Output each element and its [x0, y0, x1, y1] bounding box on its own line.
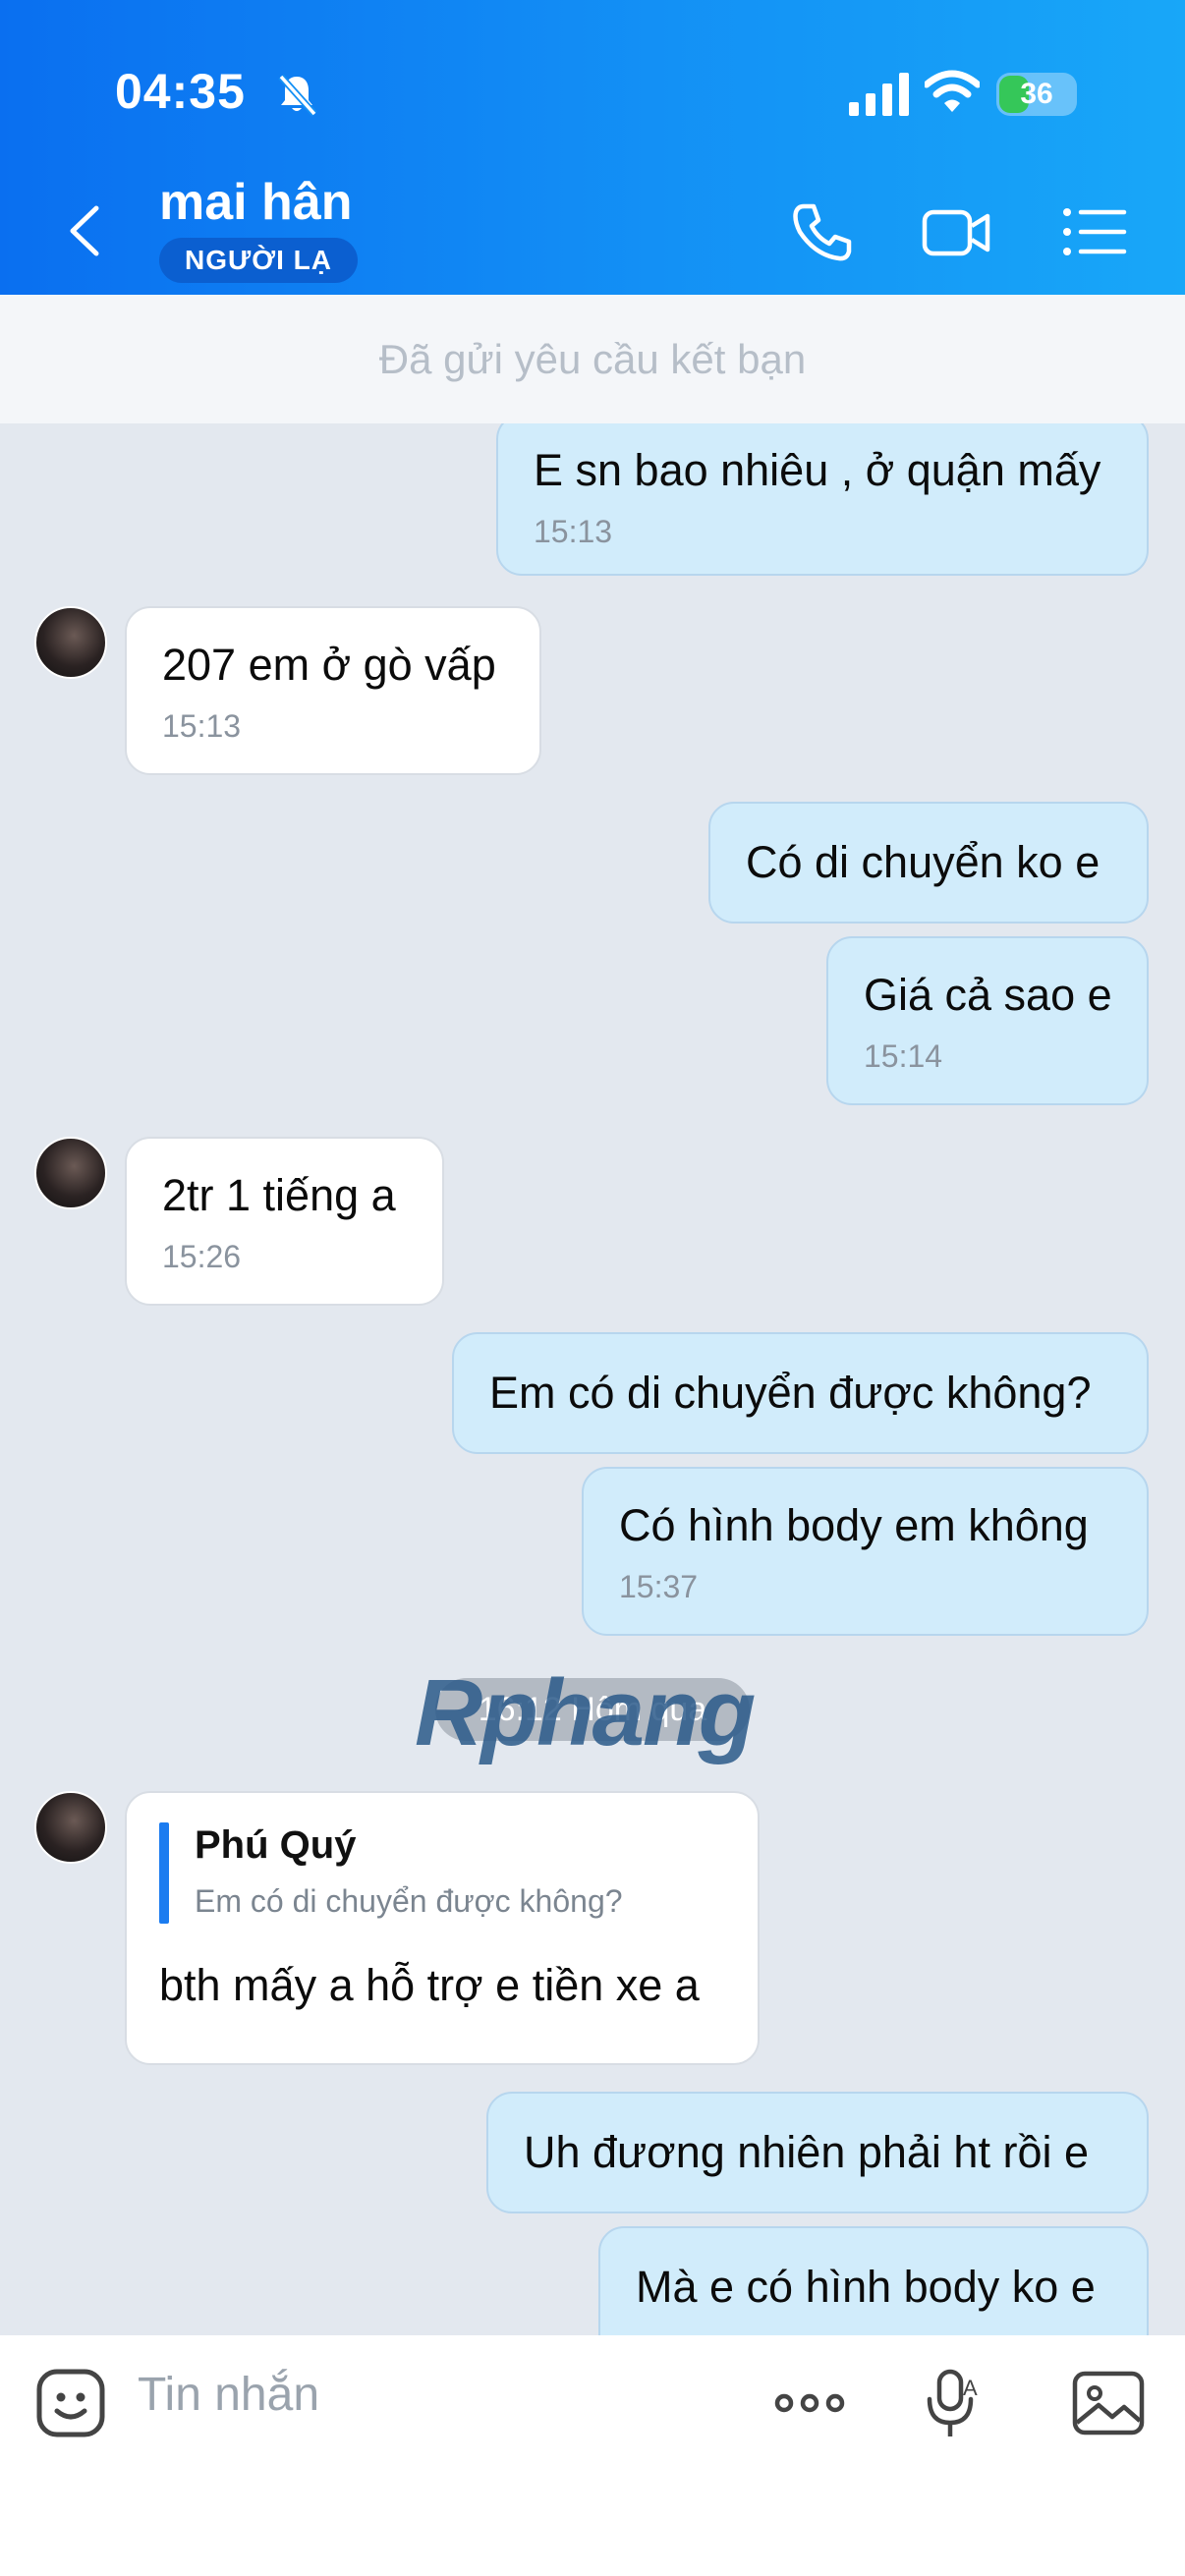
contact-avatar[interactable]	[34, 1791, 107, 1864]
message-bubble-outgoing[interactable]: Mà e có hình body ko e	[598, 2226, 1149, 2335]
message-text: 207 em ở gò vấp	[162, 640, 496, 690]
chat-messages[interactable]: E sn bao nhiêu , ở quận mấy 15:13 207 em…	[0, 423, 1185, 2335]
reply-quote-bar	[159, 1822, 169, 1924]
message-time: 15:13	[162, 708, 242, 744]
message-text: Có hình body em không	[619, 1500, 1089, 1550]
sticker-icon[interactable]	[33, 2366, 108, 2440]
chat-header: 04:35 36 mai hân NGƯỜI LẠ	[0, 0, 1185, 295]
message-text: bth mấy a hỗ trợ e tiền xe a	[159, 1960, 700, 2010]
mic-icon[interactable]: A	[918, 2366, 992, 2440]
watermark-logo: Rphang	[415, 1660, 756, 1765]
message-text: E sn bao nhiêu , ở quận mấy	[534, 445, 1101, 495]
message-bubble-incoming[interactable]: 207 em ở gò vấp 15:13	[125, 606, 541, 775]
contact-avatar[interactable]	[34, 606, 107, 679]
message-text: 2tr 1 tiếng a	[162, 1170, 396, 1220]
message-bubble-outgoing[interactable]: Uh đương nhiên phải ht rồi e	[486, 2092, 1149, 2213]
message-time: 15:13	[534, 514, 613, 549]
message-input[interactable]: Tin nhắn	[138, 2368, 319, 2422]
message-time: 15:26	[162, 1239, 242, 1274]
battery-level: 36	[1020, 78, 1053, 110]
reply-quote-text: Em có di chuyển được không?	[195, 1883, 623, 1919]
message-text: Giá cả sao e	[864, 970, 1112, 1020]
phone-icon[interactable]	[786, 196, 857, 267]
message-bubble-outgoing[interactable]: Có di chuyển ko e	[708, 802, 1149, 924]
battery-indicator: 36	[996, 73, 1077, 116]
message-text: Em có di chuyển được không?	[489, 1368, 1092, 1418]
wifi-icon	[925, 70, 980, 112]
message-text: Có di chuyển ko e	[746, 837, 1100, 887]
message-bubble-incoming[interactable]: 2tr 1 tiếng a 15:26	[125, 1137, 444, 1306]
message-time: 15:37	[619, 1569, 699, 1604]
menu-icon[interactable]	[1059, 196, 1130, 267]
message-bubble-outgoing[interactable]: Giá cả sao e 15:14	[826, 936, 1149, 1105]
video-icon[interactable]	[921, 196, 991, 267]
friend-request-status: Đã gửi yêu cầu kết bạn	[0, 295, 1185, 423]
svg-text:A: A	[963, 2376, 978, 2400]
stranger-badge: NGƯỜI LẠ	[159, 238, 358, 283]
status-time: 04:35	[115, 64, 246, 119]
message-bubble-outgoing[interactable]: Có hình body em không 15:37	[582, 1467, 1149, 1636]
message-bubble-outgoing[interactable]: Em có di chuyển được không?	[452, 1332, 1149, 1454]
bell-off-icon	[278, 74, 317, 117]
back-icon[interactable]	[59, 196, 108, 265]
contact-avatar[interactable]	[34, 1137, 107, 1209]
more-icon[interactable]	[772, 2366, 847, 2440]
contact-name[interactable]: mai hân	[159, 173, 353, 232]
message-bubble-outgoing[interactable]: E sn bao nhiêu , ở quận mấy 15:13	[496, 423, 1149, 576]
message-text: Mà e có hình body ko e	[636, 2262, 1096, 2312]
message-text: Uh đương nhiên phải ht rồi e	[524, 2127, 1090, 2177]
reply-quote-author: Phú Quý	[195, 1823, 357, 1867]
message-time: 15:14	[864, 1038, 943, 1074]
image-icon[interactable]	[1071, 2366, 1146, 2440]
signal-icon	[849, 73, 909, 116]
